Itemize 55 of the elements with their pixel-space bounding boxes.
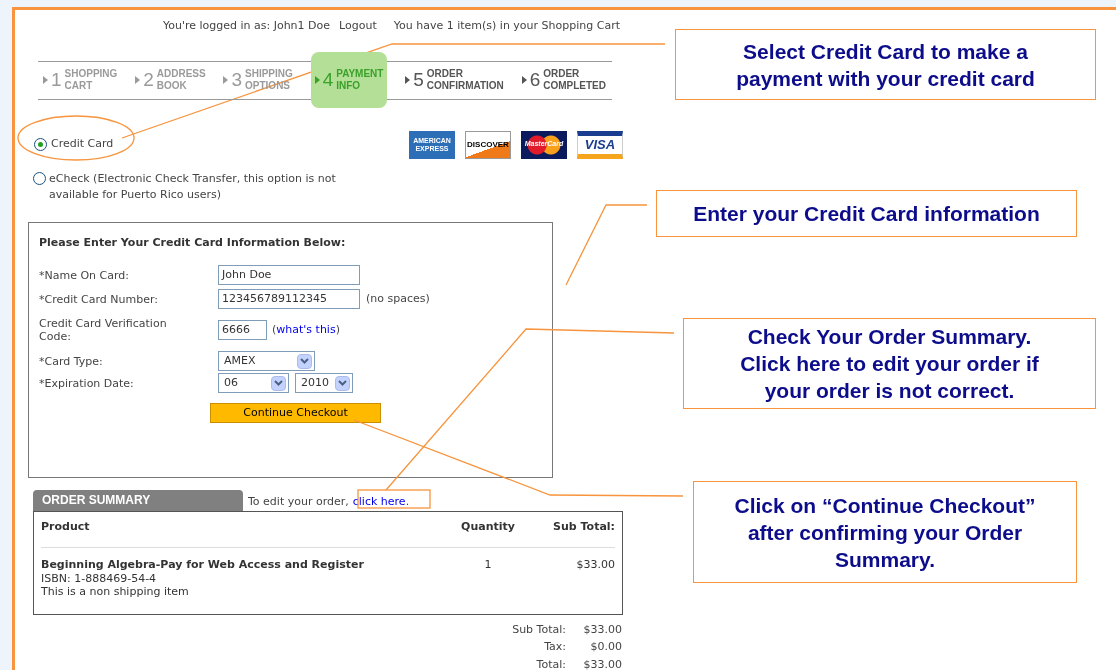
dropdown-arrow-icon[interactable] [335,375,350,391]
product-name: Beginning Algebra-Pay for Web Access and Register [41,558,365,572]
callout-box: Enter your Credit Card information [656,190,1077,237]
visa-logo: VISA [577,130,623,159]
total-label: Sub Total: [512,621,566,638]
dropdown[interactable]: AMEX [218,351,315,371]
arrow-icon [521,76,527,84]
parenthesis-text: ) [335,321,340,338]
radio-label: Credit Card [51,136,114,153]
parenthesis-text: ( [272,321,277,338]
callout-box: Check Your Order Summary. Click here to edit your order if your order is not correct. [683,318,1096,409]
text-field[interactable]: John Doe [218,265,360,285]
dropdown-arrow-icon[interactable] [297,353,312,369]
arrow-icon [314,76,320,84]
arrow-icon [135,76,141,84]
column-header: Product [41,518,91,535]
dropdown-arrow-icon[interactable] [271,375,286,391]
continue-checkout-button[interactable]: Continue Checkout [210,403,381,423]
total-value: $33.00 [582,656,622,670]
table-cell-text: $33.00 [575,558,615,572]
total-value: $0.00 [589,639,622,655]
total-label: Tax: [544,639,566,655]
field-label: Credit Card Verification Code: [39,317,168,343]
text-field[interactable]: 6666 [218,320,267,340]
login-status: You're logged in as: John1 Doe [162,18,331,34]
arrow-icon [223,76,229,84]
form-title: Please Enter Your Credit Card Information Below: [39,234,347,251]
field-label: *Credit Card Number: [39,292,159,306]
cart-status: You have 1 item(s) in your Shopping Cart [393,18,620,34]
total-value: $33.00 [582,621,622,638]
callout-box: Select Credit Card to make a payment with your credit card [675,29,1096,100]
edit-order-link[interactable]: click here [352,494,406,511]
column-header: Sub Total: [552,518,615,535]
field-label: *Name On Card: [39,268,130,282]
dropdown[interactable]: 2010 [295,373,353,393]
total-label: Total: [536,656,566,670]
dropdown[interactable]: 06 [218,373,289,393]
column-header: Quantity [460,518,516,535]
help-link[interactable]: what's this [276,321,336,339]
period-text: . [405,494,410,510]
table-cell-text: 1 [483,558,493,572]
product-isbn: ISBN: 1-888469-54-4 [41,571,158,585]
callout-box: Click on “Continue Checkout” after confirming your Order Summary. [693,481,1077,583]
radio-button[interactable] [33,171,46,185]
edit-order-text: To edit your order, [248,494,349,510]
field-label: *Card Type: [39,354,104,368]
product-note: This is a non shipping item [41,585,190,599]
text-field[interactable]: 123456789112345 [218,289,360,309]
arrow-icon [43,76,48,84]
arrow-icon [405,76,411,84]
field-hint: (no spaces) [366,290,430,307]
radio-button[interactable] [34,138,47,151]
field-label: *Expiration Date: [39,376,135,390]
logout-link[interactable]: Logout [339,18,377,35]
radio-label: eCheck (Electronic Check Transfer, this option is not available for Puerto Rico users) [49,170,337,203]
